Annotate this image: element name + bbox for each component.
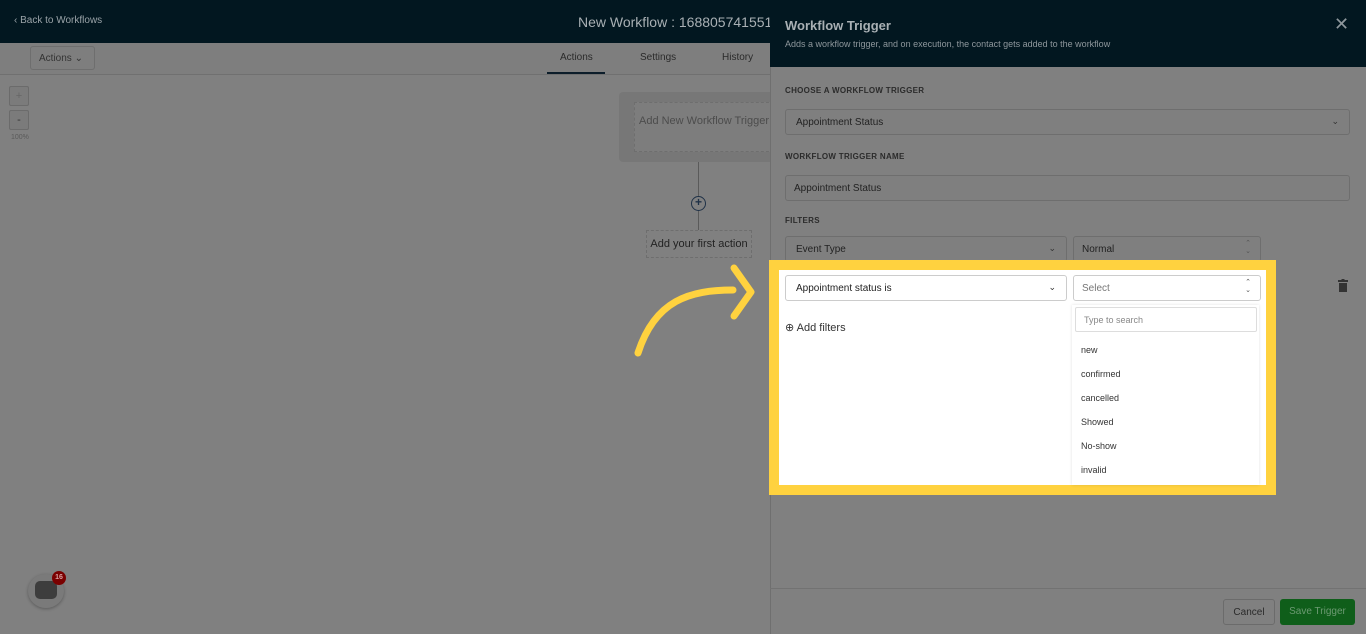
close-icon[interactable]: ✕ bbox=[1334, 14, 1349, 35]
updown-icon: ⌃ ⌄ bbox=[1245, 279, 1251, 294]
panel-footer bbox=[770, 588, 1366, 634]
add-trigger-button[interactable]: Add New Workflow Trigger bbox=[634, 102, 774, 152]
chat-badge: 16 bbox=[52, 571, 66, 585]
trash-icon[interactable] bbox=[1338, 279, 1348, 292]
zoom-in-button[interactable]: + bbox=[9, 86, 29, 106]
tab-settings[interactable]: Settings bbox=[640, 52, 676, 63]
chevron-down-icon: ⌄ bbox=[74, 53, 83, 64]
active-tab-indicator bbox=[547, 72, 605, 74]
panel-title: Workflow Trigger bbox=[785, 18, 891, 33]
arrow-annotation-icon bbox=[634, 264, 755, 357]
filter-value-select[interactable]: Normal ⌃ ⌄ bbox=[1073, 236, 1261, 262]
back-label: Back to Workflows bbox=[20, 15, 103, 26]
option-cancelled[interactable]: cancelled bbox=[1081, 393, 1119, 403]
chevron-down-icon: ⌄ bbox=[1048, 282, 1056, 292]
plus-circle-icon: ⊕ bbox=[785, 322, 795, 334]
option-invalid[interactable]: invalid bbox=[1081, 465, 1107, 475]
add-step-plus-icon[interactable]: + bbox=[691, 196, 706, 211]
chevron-down-icon: ⌄ bbox=[1331, 116, 1339, 126]
chat-icon bbox=[35, 581, 57, 599]
option-confirmed[interactable]: confirmed bbox=[1081, 369, 1121, 379]
panel-subtitle: Adds a workflow trigger, and on executio… bbox=[785, 39, 1111, 49]
cancel-button[interactable]: Cancel bbox=[1223, 599, 1275, 625]
trigger-type-select[interactable]: Appointment Status ⌄ bbox=[785, 109, 1350, 135]
filter-field-select[interactable]: Event Type ⌄ bbox=[785, 236, 1067, 262]
save-trigger-button[interactable]: Save Trigger bbox=[1280, 599, 1355, 625]
workflow-title: New Workflow : 1688057415514 bbox=[578, 14, 781, 30]
add-filters-button[interactable]: ⊕ Add filters bbox=[785, 321, 846, 334]
choose-trigger-label: CHOOSE A WORKFLOW TRIGGER bbox=[785, 86, 925, 95]
appointment-status-select[interactable]: Appointment status is ⌄ bbox=[785, 275, 1067, 301]
appointment-status-field: Appointment status is bbox=[796, 283, 892, 294]
dropdown-search-input[interactable]: Type to search bbox=[1075, 307, 1257, 332]
status-value-select[interactable]: Select ⌃ ⌄ bbox=[1073, 275, 1261, 301]
tab-history[interactable]: History bbox=[722, 52, 753, 63]
updown-icon: ⌃ ⌄ bbox=[1245, 240, 1251, 255]
chevron-down-icon: ⌄ bbox=[1048, 243, 1056, 253]
option-showed[interactable]: Showed bbox=[1081, 417, 1114, 427]
trigger-name-label: WORKFLOW TRIGGER NAME bbox=[785, 152, 905, 161]
option-new[interactable]: new bbox=[1081, 345, 1098, 355]
connector-line bbox=[698, 162, 699, 196]
filters-label: FILTERS bbox=[785, 216, 820, 225]
filter-value: Normal bbox=[1082, 244, 1115, 255]
add-first-action-button[interactable]: Add your first action bbox=[646, 230, 752, 258]
add-filters-label: Add filters bbox=[796, 322, 846, 334]
actions-label: Actions bbox=[39, 53, 72, 64]
actions-dropdown-button[interactable]: Actions ⌄ bbox=[30, 46, 95, 70]
zoom-level: 100% bbox=[11, 134, 29, 141]
option-no-show[interactable]: No-show bbox=[1081, 441, 1117, 451]
trigger-name-input[interactable]: Appointment Status bbox=[785, 175, 1350, 201]
panel-header bbox=[770, 0, 1366, 67]
connector-line bbox=[698, 211, 699, 230]
status-placeholder: Select bbox=[1082, 283, 1110, 294]
trigger-type-value: Appointment Status bbox=[796, 117, 884, 128]
back-to-workflows-link[interactable]: ‹ Back to Workflows bbox=[14, 15, 102, 26]
tab-actions[interactable]: Actions bbox=[560, 52, 593, 63]
filter-field-value: Event Type bbox=[796, 244, 846, 255]
zoom-out-button[interactable]: - bbox=[9, 110, 29, 130]
